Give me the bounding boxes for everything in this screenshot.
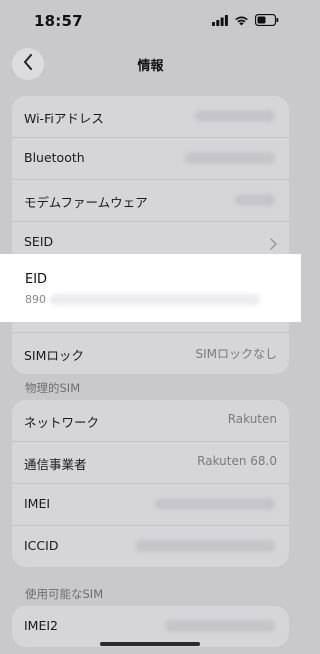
row-label: SIMロック (24, 348, 84, 363)
row-network: ネットワーク Rakuten (12, 400, 289, 442)
row-label: SEID (24, 234, 54, 249)
redacted-value (185, 152, 275, 164)
row-sim-lock: SIMロック SIMロックなし (12, 333, 289, 374)
row-label: Wi-Fiアドレス (24, 111, 104, 126)
row-eid[interactable]: EID 890 (0, 254, 301, 322)
status-bar: 18:57 (0, 0, 301, 40)
info-card-available-sim: IMEI2 (12, 606, 289, 647)
chevron-right-icon (270, 235, 277, 254)
eid-label: EID (25, 272, 48, 287)
redacted-value (135, 540, 275, 552)
screen: 18:57 情報 Wi-Fiアドレス Bluetooth モデムファームウェア … (0, 0, 301, 654)
redacted-value (155, 498, 275, 510)
nav-header: 情報 (0, 40, 301, 88)
row-modem-firmware[interactable]: モデムファームウェア (12, 180, 289, 222)
row-wifi-address[interactable]: Wi-Fiアドレス (12, 96, 289, 138)
row-label: モデムファームウェア (24, 195, 148, 210)
row-iccid[interactable]: ICCID (12, 526, 289, 567)
status-time: 18:57 (34, 12, 83, 30)
row-label: 通信事業者 (24, 457, 87, 472)
redacted-value (195, 110, 275, 122)
row-label: IMEI2 (24, 618, 59, 633)
redacted-value (50, 294, 260, 305)
redacted-value (165, 620, 275, 632)
row-label: IMEI (24, 496, 51, 511)
row-imei[interactable]: IMEI (12, 484, 289, 526)
eid-value: 890 (25, 293, 46, 306)
row-value: Rakuten (227, 412, 277, 426)
row-carrier: 通信事業者 Rakuten 68.0 (12, 442, 289, 484)
page-title: 情報 (137, 59, 164, 74)
row-value: Rakuten 68.0 (197, 454, 277, 468)
row-imei2[interactable]: IMEI2 (12, 606, 289, 647)
battery-icon (255, 14, 279, 26)
home-indicator[interactable] (100, 642, 200, 646)
redacted-value (235, 194, 275, 206)
wifi-icon (234, 15, 249, 26)
info-card-physical-sim: ネットワーク Rakuten 通信事業者 Rakuten 68.0 IMEI I… (12, 400, 289, 567)
row-label: ICCID (24, 538, 59, 553)
section-header-available-sim: 使用可能なSIM (25, 587, 104, 601)
row-label: Bluetooth (24, 150, 85, 165)
row-label: ネットワーク (24, 415, 100, 430)
signal-icon (212, 14, 228, 26)
row-bluetooth[interactable]: Bluetooth (12, 138, 289, 180)
row-value: SIMロックなし (195, 347, 277, 361)
section-header-physical-sim: 物理的SIM (25, 381, 81, 395)
info-card-general: Wi-Fiアドレス Bluetooth モデムファームウェア SEID SIMロ… (12, 96, 289, 374)
status-icons (212, 14, 279, 26)
